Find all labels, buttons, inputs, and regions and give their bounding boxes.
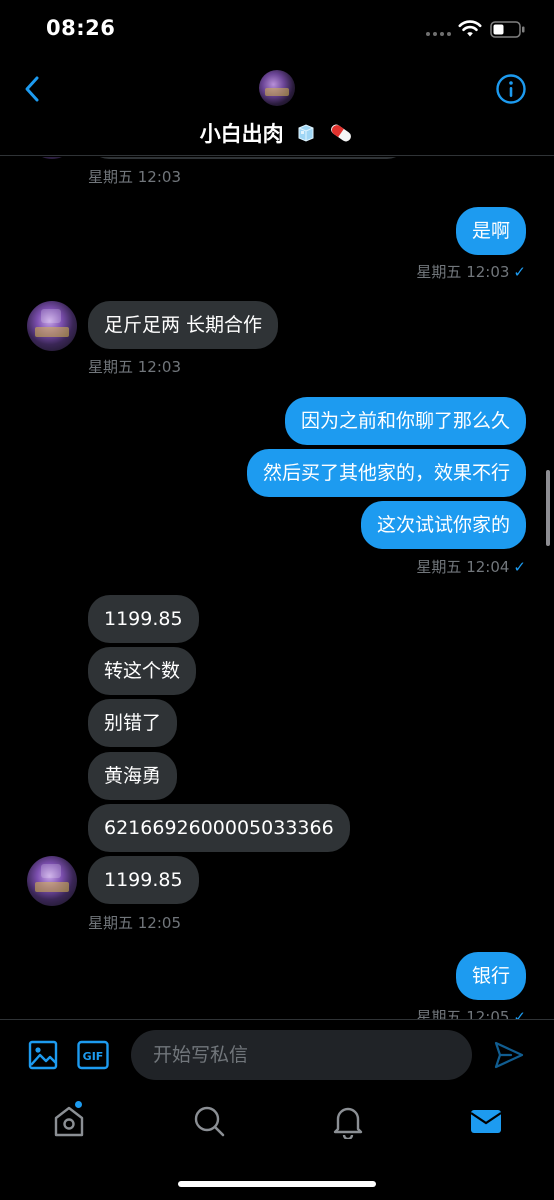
timestamp: 星期五 12:05 — [416, 1008, 510, 1019]
wifi-icon — [458, 20, 482, 37]
message-input[interactable] — [131, 1030, 472, 1080]
status-time: 08:26 — [46, 16, 116, 40]
status-bar: 08:26 — [0, 0, 554, 60]
message-bubble-outgoing[interactable]: 然后买了其他家的，效果不行 — [246, 449, 526, 497]
timestamp-outgoing: 星期五 12:05 ✓ — [416, 1006, 526, 1019]
home-icon[interactable] — [51, 1103, 87, 1139]
timestamp: 星期五 12:03 — [88, 168, 181, 186]
message-bubble-incoming[interactable]: 1199.85 — [88, 595, 199, 643]
contact-avatar[interactable] — [259, 70, 295, 106]
conversation-title[interactable]: 小白出肉 — [0, 118, 554, 148]
ice-cube-icon — [298, 124, 314, 142]
sender-avatar[interactable] — [27, 856, 77, 906]
message-bubble-outgoing[interactable]: 因为之前和你聊了那么久 — [284, 397, 526, 445]
back-icon[interactable] — [18, 74, 48, 104]
message-bubble-incoming-partial[interactable] — [88, 157, 408, 159]
message-bubble-incoming[interactable]: 黄海勇 — [88, 752, 178, 800]
message-bubble-outgoing[interactable]: 是啊 — [455, 207, 526, 255]
sender-avatar[interactable] — [27, 301, 77, 351]
message-bubble-incoming[interactable]: 6216692600005033366 — [88, 804, 350, 852]
gif-label: GIF — [83, 1050, 104, 1063]
contact-name: 小白出肉 — [199, 122, 284, 146]
sender-avatar-partial[interactable] — [27, 157, 77, 159]
scrollbar[interactable] — [546, 470, 550, 546]
message-list[interactable]: 星期五 12:03 是啊 星期五 12:03 ✓ 足斤足两 长期合作 星期五 12… — [0, 157, 554, 1019]
search-icon[interactable] — [191, 1103, 227, 1139]
message-composer: GIF — [0, 1019, 554, 1089]
info-icon[interactable] — [495, 73, 527, 105]
timestamp-outgoing: 星期五 12:04 ✓ — [416, 556, 526, 577]
timestamp: 星期五 12:03 — [88, 358, 181, 376]
message-bubble-outgoing[interactable]: 这次试试你家的 — [360, 501, 526, 549]
timestamp: 星期五 12:05 — [88, 914, 181, 932]
home-notification-dot — [75, 1101, 82, 1108]
read-check-icon: ✓ — [513, 558, 526, 576]
image-icon[interactable] — [28, 1040, 58, 1070]
conversation-header: 小白出肉 — [0, 60, 554, 156]
timestamp: 星期五 12:04 — [416, 558, 510, 576]
dm-conversation-screen: 08:26 小白出肉 星期五 12:03 是啊 星期五 12:03 ✓ 足斤足两… — [0, 0, 554, 1200]
message-bubble-incoming[interactable]: 别错了 — [88, 699, 178, 747]
gif-icon[interactable]: GIF — [77, 1040, 109, 1070]
timestamp-outgoing: 星期五 12:03 ✓ — [416, 261, 526, 282]
home-indicator — [178, 1181, 376, 1187]
message-bubble-incoming[interactable]: 足斤足两 长期合作 — [88, 301, 279, 349]
signal-icon — [426, 32, 451, 36]
bottom-tab-bar — [0, 1089, 554, 1200]
read-check-icon: ✓ — [513, 1008, 526, 1019]
bell-icon[interactable] — [330, 1103, 366, 1139]
timestamp: 星期五 12:03 — [416, 263, 510, 281]
message-bubble-incoming[interactable]: 1199.85 — [88, 856, 199, 904]
message-bubble-outgoing[interactable]: 银行 — [455, 952, 526, 1000]
mail-icon[interactable] — [468, 1103, 504, 1139]
read-check-icon: ✓ — [513, 263, 526, 281]
battery-icon — [490, 21, 525, 38]
send-icon[interactable] — [493, 1040, 525, 1070]
pill-icon — [331, 124, 352, 142]
message-bubble-incoming[interactable]: 转这个数 — [88, 647, 197, 695]
